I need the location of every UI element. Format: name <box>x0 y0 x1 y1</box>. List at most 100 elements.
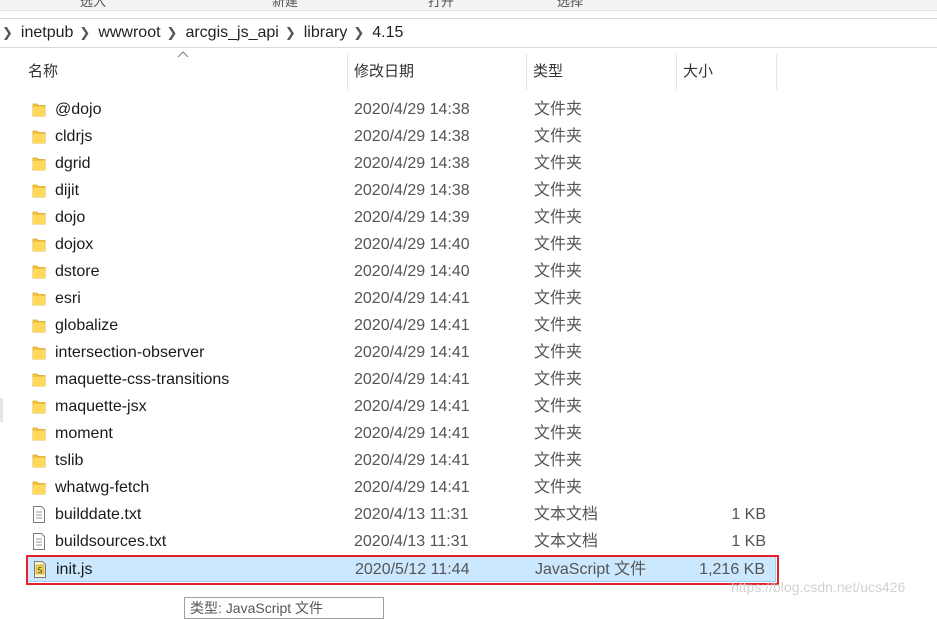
breadcrumb-label[interactable]: 4.15 <box>372 24 403 42</box>
breadcrumb-arcgis-js-api[interactable]: ❯ arcgis_js_api <box>161 24 279 42</box>
file-row[interactable]: maquette-css-transitions 2020/4/29 14:41 文… <box>26 366 776 393</box>
ribbon-item[interactable]: 打开 <box>428 0 454 10</box>
file-modified-date: 2020/4/29 14:41 <box>354 317 470 334</box>
file-modified-date: 2020/4/29 14:40 <box>354 263 470 280</box>
file-row[interactable]: moment 2020/4/29 14:41 文件夹 <box>26 420 776 447</box>
file-name: dgrid <box>55 155 91 172</box>
address-bar[interactable]: ❯ inetpub ❯ wwwroot ❯ arcgis_js_api ❯ li… <box>0 18 937 48</box>
file-row[interactable]: dgrid 2020/4/29 14:38 文件夹 <box>26 150 776 177</box>
file-row[interactable]: cldrjs 2020/4/29 14:38 文件夹 <box>26 123 776 150</box>
folder-icon <box>32 398 46 415</box>
file-modified-date: 2020/4/29 14:41 <box>354 398 470 415</box>
file-modified-date: 2020/4/29 14:41 <box>354 371 470 388</box>
column-divider[interactable] <box>776 54 777 90</box>
chevron-right-icon[interactable]: ❯ <box>2 25 13 41</box>
folder-icon <box>32 155 46 172</box>
folder-icon <box>32 344 46 361</box>
file-name: dojo <box>55 209 86 226</box>
file-row[interactable]: builddate.txt 2020/4/13 11:31 文本文档 1 KB <box>26 501 776 528</box>
file-type: 文件夹 <box>534 101 583 118</box>
column-header-type[interactable]: 类型 <box>527 54 676 90</box>
breadcrumb-inetpub[interactable]: ❯ inetpub <box>0 24 73 42</box>
breadcrumb-label[interactable]: arcgis_js_api <box>185 24 278 42</box>
file-row[interactable]: whatwg-fetch 2020/4/29 14:41 文件夹 <box>26 474 776 501</box>
file-type: 文件夹 <box>534 344 583 361</box>
file-row[interactable]: dojo 2020/4/29 14:39 文件夹 <box>26 204 776 231</box>
breadcrumb-4-15[interactable]: ❯ 4.15 <box>347 24 403 42</box>
file-row[interactable]: dstore 2020/4/29 14:40 文件夹 <box>26 258 776 285</box>
file-name: builddate.txt <box>55 506 142 523</box>
breadcrumb-library[interactable]: ❯ library <box>279 24 347 42</box>
file-name: whatwg-fetch <box>55 479 150 496</box>
chevron-right-icon[interactable]: ❯ <box>353 25 364 41</box>
folder-icon <box>32 479 46 496</box>
file-modified-date: 2020/4/29 14:38 <box>354 101 470 118</box>
file-row[interactable]: tslib 2020/4/29 14:41 文件夹 <box>26 447 776 474</box>
file-row[interactable]: dojox 2020/4/29 14:40 文件夹 <box>26 231 776 258</box>
file-row[interactable]: esri 2020/4/29 14:41 文件夹 <box>26 285 776 312</box>
file-size: 1 KB <box>731 533 766 550</box>
file-type: 文件夹 <box>534 155 583 172</box>
file-row[interactable]: intersection-observer 2020/4/29 14:41 文件夹 <box>26 339 776 366</box>
file-name: cldrjs <box>55 128 93 145</box>
file-modified-date: 2020/4/13 11:31 <box>354 533 469 550</box>
folder-icon <box>32 209 46 226</box>
file-row[interactable]: globalize 2020/4/29 14:41 文件夹 <box>26 312 776 339</box>
file-row[interactable]: maquette-jsx 2020/4/29 14:41 文件夹 <box>26 393 776 420</box>
file-name: buildsources.txt <box>55 533 167 550</box>
column-header-name[interactable]: 名称 <box>22 54 348 90</box>
file-modified-date: 2020/4/29 14:41 <box>354 479 470 496</box>
file-type: 文件夹 <box>534 182 583 199</box>
file-type: 文本文档 <box>534 506 599 523</box>
file-modified-date: 2020/4/29 14:41 <box>354 290 470 307</box>
file-type: 文件夹 <box>534 479 583 496</box>
breadcrumb-label[interactable]: inetpub <box>21 24 74 42</box>
folder-icon <box>32 128 46 145</box>
column-header-size[interactable]: 大小 <box>677 54 777 90</box>
file-modified-date: 2020/4/29 14:38 <box>354 182 470 199</box>
file-row[interactable]: dijit 2020/4/29 14:38 文件夹 <box>26 177 776 204</box>
file-type: 文件夹 <box>534 236 583 253</box>
file-modified-date: 2020/4/29 14:38 <box>354 128 470 145</box>
file-name: maquette-css-transitions <box>55 371 230 388</box>
file-name: globalize <box>55 317 119 334</box>
file-type: 文件夹 <box>534 452 583 469</box>
file-name: maquette-jsx <box>55 398 147 415</box>
file-type: 文本文档 <box>534 533 599 550</box>
ribbon-item[interactable]: 选入 <box>80 0 106 10</box>
file-type: 文件夹 <box>534 425 583 442</box>
chevron-right-icon[interactable]: ❯ <box>285 25 296 41</box>
breadcrumb-wwwroot[interactable]: ❯ wwwroot <box>73 24 160 42</box>
file-type: 文件夹 <box>534 128 583 145</box>
file-name: @dojo <box>55 101 102 118</box>
annotation-highlight-box <box>26 555 779 585</box>
file-name: intersection-observer <box>55 344 205 361</box>
tooltip: 类型: JavaScript 文件 <box>184 597 384 619</box>
file-modified-date: 2020/4/29 14:39 <box>354 209 470 226</box>
breadcrumb-label[interactable]: library <box>304 24 348 42</box>
file-size: 1 KB <box>731 506 766 523</box>
column-header-date[interactable]: 修改日期 <box>348 54 526 90</box>
chevron-right-icon[interactable]: ❯ <box>79 25 90 41</box>
text-file-icon <box>32 506 46 523</box>
file-name: dijit <box>55 182 80 199</box>
folder-icon <box>32 371 46 388</box>
file-name: moment <box>55 425 113 442</box>
file-row[interactable]: buildsources.txt 2020/4/13 11:31 文本文档 1 KB <box>26 528 776 555</box>
file-modified-date: 2020/4/29 14:41 <box>354 344 470 361</box>
breadcrumb-label[interactable]: wwwroot <box>98 24 160 42</box>
file-modified-date: 2020/4/13 11:31 <box>354 506 469 523</box>
file-type: 文件夹 <box>534 317 583 334</box>
chevron-right-icon[interactable]: ❯ <box>167 25 178 41</box>
scroll-mark <box>0 398 3 422</box>
file-name: dojox <box>55 236 94 253</box>
folder-icon <box>32 317 46 334</box>
file-row[interactable]: @dojo 2020/4/29 14:38 文件夹 <box>26 96 776 123</box>
file-type: 文件夹 <box>534 371 583 388</box>
folder-icon <box>32 101 46 118</box>
ribbon-item[interactable]: 新建 <box>272 0 298 10</box>
folder-icon <box>32 236 46 253</box>
ribbon-item[interactable]: 选择 <box>557 0 583 10</box>
file-type: 文件夹 <box>534 263 583 280</box>
folder-icon <box>32 263 46 280</box>
